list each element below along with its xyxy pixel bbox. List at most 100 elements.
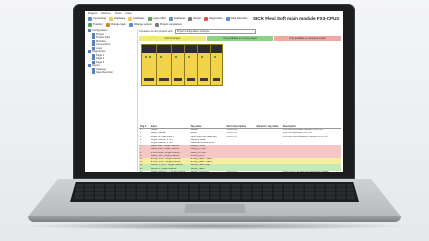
column-header[interactable]: Input xyxy=(150,125,190,128)
module-io-1[interactable] xyxy=(156,44,172,86)
toolbar-label: Data Recorder xyxy=(230,17,248,20)
module-io-3[interactable] xyxy=(184,44,198,86)
transfer-button[interactable]: Transfer xyxy=(87,23,104,27)
toolbar-label: Interfaces xyxy=(174,17,186,20)
table-cell: Sensor_FX3-CPU xyxy=(190,170,209,172)
module-io-5-top xyxy=(211,45,222,53)
plug-icon xyxy=(88,17,92,21)
status-led xyxy=(188,56,190,58)
compare-label: Compare current project with: xyxy=(139,29,174,33)
toolbar-label: Transfer xyxy=(93,23,103,26)
module-io-1-top xyxy=(157,45,171,53)
status-led xyxy=(201,56,203,58)
system-icon xyxy=(128,23,133,27)
connecting-button[interactable]: Connecting xyxy=(87,17,107,21)
scene: Project Device Tools Help Connecting Hard… xyxy=(0,0,429,241)
module-io-4[interactable] xyxy=(197,44,211,86)
module-io-3-top xyxy=(185,45,197,53)
legend-only-compared: Only available in compared project xyxy=(274,36,342,41)
report-button[interactable]: Report xyxy=(187,17,202,21)
table-cell: 14 xyxy=(140,170,143,172)
column-header[interactable]: Element / tag name xyxy=(256,125,282,128)
tree-item[interactable]: Data Recorder xyxy=(87,71,137,75)
change-login-button[interactable]: Change login xyxy=(105,23,127,27)
status-led xyxy=(175,56,177,58)
folder-icon xyxy=(92,53,95,57)
tree-item-label: Data Recorder xyxy=(96,71,113,74)
module-cpu[interactable] xyxy=(141,44,157,86)
recorder-icon xyxy=(225,17,230,21)
main-panel: Compare current project with: Project co… xyxy=(139,28,342,172)
folder-icon xyxy=(92,67,95,71)
hardware-modules xyxy=(141,44,223,86)
folder-icon xyxy=(92,36,95,40)
column-header[interactable]: Short description xyxy=(225,125,255,128)
report-icon xyxy=(188,17,193,21)
app-window: Project Device Tools Help Connecting Hard… xyxy=(85,11,343,172)
column-header[interactable]: Tag name xyxy=(190,125,226,128)
logic-icon xyxy=(147,17,152,21)
column-header[interactable]: Description xyxy=(282,125,341,128)
transfer-icon xyxy=(88,23,92,27)
folder-icon xyxy=(92,71,95,75)
module-io-5[interactable] xyxy=(210,44,223,86)
status-led xyxy=(145,56,147,58)
logic-editor-button[interactable]: Logic editor xyxy=(147,17,167,21)
folder-icon xyxy=(92,43,95,47)
module-icon xyxy=(109,17,114,21)
folder-icon xyxy=(92,39,95,43)
keyboard-rows xyxy=(74,184,355,200)
legend-only-current: Only available in current project xyxy=(206,36,274,41)
column-header[interactable]: Tag # xyxy=(139,125,150,128)
data-recorder-button[interactable]: Data Recorder xyxy=(225,17,249,21)
module-cpu-top xyxy=(142,45,156,53)
folder-icon xyxy=(88,64,91,68)
module-io-2[interactable] xyxy=(171,44,185,86)
toolbar-label: Project comparison xyxy=(159,23,183,26)
diagnostics-button[interactable]: Diagnostics xyxy=(203,17,223,21)
folder-icon xyxy=(92,57,95,61)
module-io-4-top xyxy=(198,45,210,53)
hardware-button[interactable]: Hardware xyxy=(127,17,145,21)
laptop-shadow xyxy=(20,222,409,230)
toolbar-label: Report xyxy=(193,17,202,20)
diagnostics-icon xyxy=(204,17,209,21)
login-icon xyxy=(105,23,110,27)
compare-icon xyxy=(154,23,159,27)
terminal-connector xyxy=(144,78,154,81)
terminal-connector xyxy=(200,78,208,81)
project-comparison-button[interactable]: Project comparison xyxy=(154,23,183,27)
folder-icon xyxy=(88,50,91,54)
table-row[interactable]: 14 Single channel (?), Single channel Sens… xyxy=(139,171,341,172)
module-icon xyxy=(128,17,133,21)
table-body: 1 Output Vehicle FX3-CPU3 FX3 Flexi Soft mai… xyxy=(139,129,341,172)
folder-icon xyxy=(92,32,95,36)
interface-icon xyxy=(169,17,174,21)
toolbar-label: Diagnostics xyxy=(209,17,223,20)
toolbar-label: Hardware xyxy=(114,17,126,20)
table-cell xyxy=(256,171,282,172)
status-led xyxy=(160,56,162,58)
table-cell: Single channel (?), Single channel xyxy=(150,170,186,172)
change-system-button[interactable]: Change system xyxy=(128,23,153,27)
app-title: SICK Flexi Soft main module FX3-CPU3 xyxy=(252,16,339,21)
module-io-2-top xyxy=(172,45,184,53)
toolbar-label: Change login xyxy=(110,23,126,26)
terminal-connector xyxy=(187,78,195,81)
compare-row: Compare current project with: Project co… xyxy=(139,28,257,35)
legend-bar: Current project Only available in curren… xyxy=(139,36,342,41)
trackpad xyxy=(184,204,246,213)
toolbar-label: Connecting xyxy=(93,17,107,20)
folder-icon xyxy=(88,29,91,33)
toolbar-label: Hardware xyxy=(133,17,145,20)
table-cell: FX3-XTIO xyxy=(226,170,237,172)
hardware-button[interactable]: Hardware xyxy=(108,17,126,21)
toolbar-label: Change system xyxy=(133,23,152,26)
interfaces-button[interactable]: Interfaces xyxy=(168,17,186,21)
legend-current: Current project xyxy=(139,36,206,41)
compare-select[interactable]: Project configuration at Device xyxy=(175,28,257,35)
toolbar-label: Logic editor xyxy=(152,17,167,20)
config-table: Tag # Input Tag name Short description E… xyxy=(139,125,341,172)
terminal-connector xyxy=(159,78,169,81)
project-tree: Configuration Project Project data Modules C… xyxy=(87,29,138,171)
